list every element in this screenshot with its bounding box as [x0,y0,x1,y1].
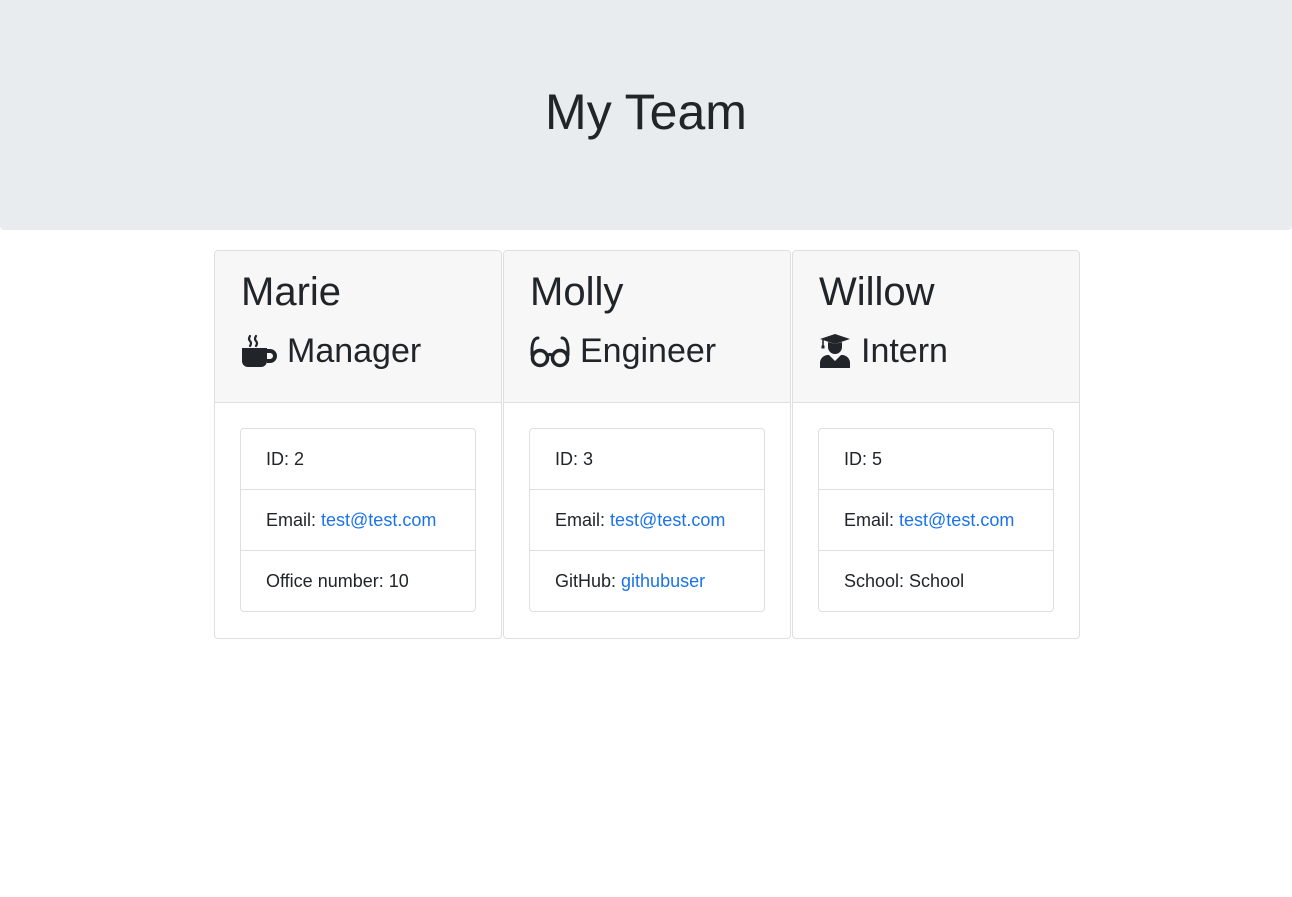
employee-role: Intern [819,327,1053,375]
id-row: ID: 5 [819,429,1053,490]
school-value: School [909,570,965,591]
coffee-mug-icon [241,333,277,369]
id-row: ID: 2 [241,429,475,490]
employee-role-label: Manager [287,332,422,370]
id-label: ID: [266,448,290,469]
email-label: Email: [266,509,317,530]
page-header: My Team [0,0,1292,230]
card-header: Molly Engineer [504,251,790,403]
id-row: ID: 3 [530,429,764,490]
employee-role: Manager [241,327,475,375]
id-value: 3 [583,448,594,469]
id-value: 5 [872,448,883,469]
office-number-label: Office number: [266,570,384,591]
employee-details: ID: 2 Email: test@test.com Office number… [240,428,476,612]
glasses-icon [530,334,570,368]
employee-card-engineer: Molly Engineer ID: 3 Email: test@test.co… [503,250,791,639]
employee-card-intern: Willow Intern ID: 5 Email: test@test.com… [792,250,1080,639]
email-link[interactable]: test@test.com [610,510,725,531]
graduate-icon [819,333,851,369]
card-header: Marie Manager [215,251,501,403]
email-label: Email: [555,509,606,530]
employee-name: Willow [819,270,935,314]
email-link[interactable]: test@test.com [899,510,1014,531]
school-label: School: [844,570,905,591]
id-value: 2 [294,448,305,469]
employee-details: ID: 3 Email: test@test.com GitHub: githu… [529,428,765,612]
office-number-value: 10 [388,570,409,591]
employee-name: Marie [241,270,342,314]
employee-details: ID: 5 Email: test@test.com School: Schoo… [818,428,1054,612]
employee-role-label: Intern [861,332,948,370]
school-row: School: School [819,551,1053,611]
github-row: GitHub: githubuser [530,551,764,611]
card-body: ID: 5 Email: test@test.com School: Schoo… [793,403,1079,637]
email-link[interactable]: test@test.com [321,510,436,531]
email-label: Email: [844,509,895,530]
office-number-row: Office number: 10 [241,551,475,611]
team-cards: Marie Manager ID: 2 Email: test@test.com… [214,250,1080,639]
card-header: Willow Intern [793,251,1079,403]
email-row: Email: test@test.com [241,490,475,551]
employee-role: Engineer [530,327,764,375]
page-title: My Team [545,83,747,140]
email-row: Email: test@test.com [530,490,764,551]
employee-role-label: Engineer [580,332,717,370]
github-link[interactable]: githubuser [621,571,705,592]
employee-card-manager: Marie Manager ID: 2 Email: test@test.com… [214,250,502,639]
card-body: ID: 3 Email: test@test.com GitHub: githu… [504,403,790,637]
id-label: ID: [555,448,579,469]
github-label: GitHub: [555,570,617,591]
card-body: ID: 2 Email: test@test.com Office number… [215,403,501,637]
id-label: ID: [844,448,868,469]
email-row: Email: test@test.com [819,490,1053,551]
employee-name: Molly [530,270,624,314]
